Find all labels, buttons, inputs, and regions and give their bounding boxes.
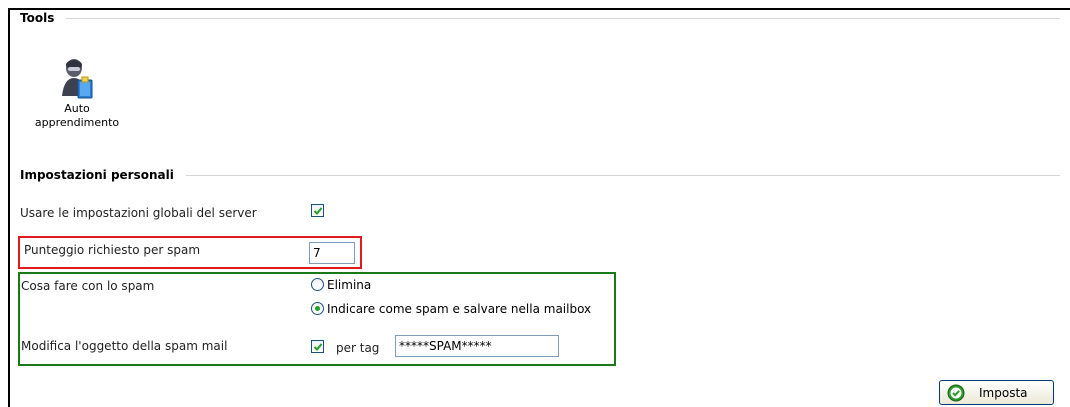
mark-and-save-radio[interactable] [311, 302, 324, 315]
per-tag-label: per tag [336, 341, 380, 355]
personal-section-header: Impostazioni personali [20, 168, 1060, 182]
auto-learn-label-line1: Auto [64, 102, 90, 115]
score-label: Punteggio richiesto per spam [24, 243, 201, 257]
modify-subject-label: Modifica l'oggetto della spam mail [21, 339, 228, 353]
delete-radio[interactable] [311, 278, 324, 291]
check-circle-icon [947, 384, 965, 401]
user-book-icon [58, 56, 96, 100]
spam-action-label: Cosa fare con lo spam [21, 279, 155, 293]
auto-learn-tool[interactable]: Auto apprendimento [22, 56, 132, 130]
tools-divider [66, 17, 1060, 19]
use-global-checkbox[interactable] [311, 204, 324, 217]
personal-title: Impostazioni personali [20, 168, 174, 182]
score-input[interactable] [309, 242, 355, 264]
delete-option-label[interactable]: Elimina [327, 278, 371, 292]
imposta-button[interactable]: Imposta [939, 380, 1054, 405]
use-global-label: Usare le impostazioni globali del server [20, 206, 257, 220]
tools-section-header: Tools [20, 11, 1060, 25]
mark-and-save-option-label[interactable]: Indicare come spam e salvare nella mailb… [327, 302, 591, 316]
modify-subject-checkbox[interactable] [311, 340, 324, 353]
checkmark-icon [313, 343, 323, 351]
checkmark-icon [313, 207, 323, 215]
imposta-button-label: Imposta [979, 385, 1028, 400]
personal-divider [185, 174, 1060, 176]
tools-title: Tools [20, 11, 55, 25]
tag-input[interactable] [395, 335, 559, 357]
auto-learn-label-line2: apprendimento [34, 116, 120, 129]
